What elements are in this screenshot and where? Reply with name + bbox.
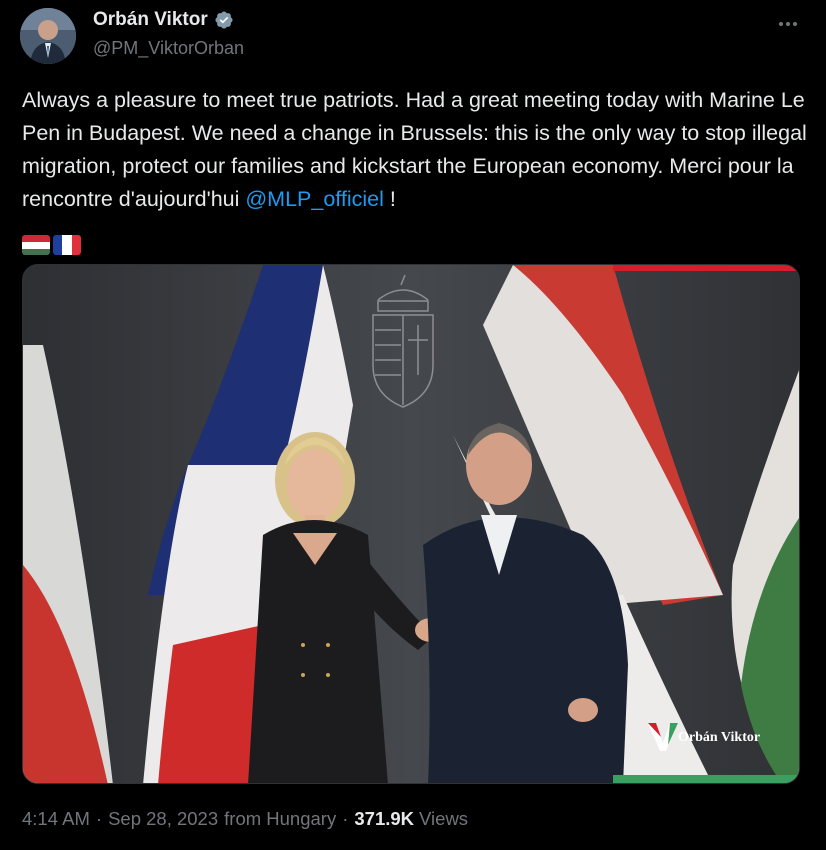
- more-options-icon[interactable]: [776, 12, 800, 36]
- tweet-text-end: !: [383, 187, 396, 211]
- watermark-text: Orbán Viktor: [678, 730, 760, 745]
- tweet-text: Always a pleasure to meet true patriots.…: [22, 84, 807, 256]
- flag-hungary-icon: [22, 235, 50, 256]
- avatar[interactable]: [20, 8, 76, 64]
- tweet-text-main: Always a pleasure to meet true patriots.…: [22, 88, 807, 211]
- author-name-row[interactable]: Orbán Viktor: [93, 9, 234, 31]
- flag-france-icon: [53, 235, 81, 256]
- tweet-date[interactable]: Sep 28, 2023: [108, 808, 218, 830]
- verified-badge-icon: [215, 11, 233, 29]
- tweet-time[interactable]: 4:14 AM: [22, 808, 90, 830]
- tweet-detail: Orbán Viktor @PM_ViktorOrban Always a pl…: [0, 0, 826, 850]
- tweet-location: from Hungary: [224, 808, 337, 829]
- display-name[interactable]: Orbán Viktor: [93, 9, 208, 31]
- author-handle[interactable]: @PM_ViktorOrban: [93, 38, 244, 59]
- separator-dot: ·: [342, 808, 349, 829]
- tweet-photo[interactable]: Orbán Viktor: [22, 264, 800, 784]
- views-count[interactable]: 371.9K: [354, 808, 414, 830]
- views-label: Views: [419, 808, 469, 829]
- flag-emojis: [22, 235, 81, 256]
- tweet-meta: 4:14 AM · Sep 28, 2023 from Hungary · 37…: [22, 808, 468, 830]
- mention-link[interactable]: @MLP_officiel: [245, 187, 384, 211]
- separator-dot: ·: [95, 808, 103, 829]
